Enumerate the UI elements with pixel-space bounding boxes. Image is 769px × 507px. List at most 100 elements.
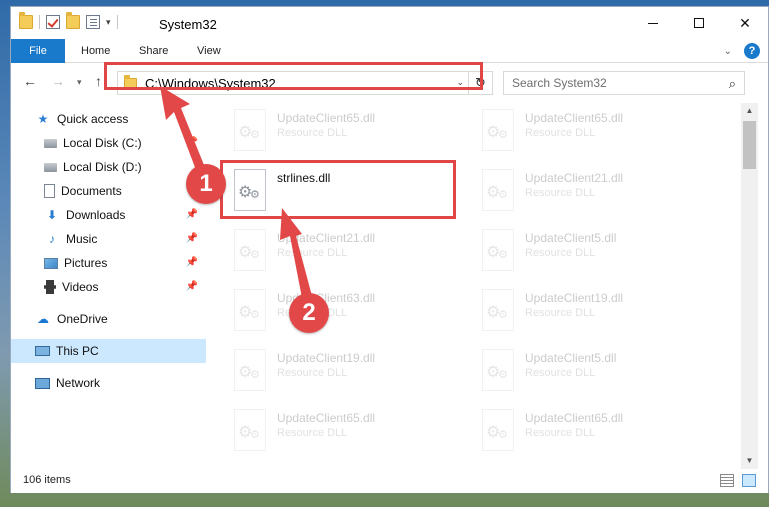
search-box[interactable]: ⌕ [503,71,745,95]
sidebar-item-downloads[interactable]: ⬇ Downloads 📌 [11,203,206,227]
download-icon: ⬇ [46,208,58,222]
file-item[interactable]: UpdateClient19.dll Resource DLL [207,343,447,399]
tab-home[interactable]: Home [67,39,124,63]
sidebar-item-label: Network [56,376,101,390]
sidebar-item-local-disk-d[interactable]: Local Disk (D:) [11,155,206,179]
vertical-scrollbar[interactable]: ▲ ▼ [741,103,758,469]
sidebar-item-label: This PC [56,344,99,358]
large-icons-view-icon[interactable] [742,474,756,487]
help-icon[interactable]: ? [744,43,760,59]
file-list: UpdateClient65.dll Resource DLL strlines… [207,103,741,469]
file-type: Resource DLL [277,427,348,439]
sidebar-item-label: Local Disk (D:) [63,160,142,174]
file-item[interactable]: UpdateClient65.dll Resource DLL [207,403,447,459]
pictures-icon [44,257,58,269]
file-type: Resource DLL [525,247,596,259]
customize-dropdown-icon[interactable]: ▾ [106,17,111,28]
window-title: System32 [159,17,217,32]
sidebar-item-local-disk-c[interactable]: Local Disk (C:) 📌 [11,131,206,155]
ribbon: File Home Share View ⌄ ? [11,39,768,63]
videos-icon [44,280,56,294]
scroll-down-icon[interactable]: ▼ [741,453,758,469]
sidebar-item-music[interactable]: ♪ Music 📌 [11,227,206,251]
up-arrow-icon[interactable]: ↑ [95,73,102,89]
sidebar-item-label: Documents [61,184,122,198]
file-name: UpdateClient19.dll [525,291,624,305]
address-highlight-box [104,62,483,90]
file-name: UpdateClient65.dll [525,111,624,125]
file-item[interactable]: UpdateClient65.dll Resource DLL [455,403,695,459]
properties-check-icon[interactable] [46,15,60,29]
title-bar: ▾ System32 ✕ [11,7,768,39]
tab-file[interactable]: File [11,39,65,63]
dll-file-icon [234,289,266,331]
file-name: UpdateClient21.dll [525,171,624,185]
file-type: Resource DLL [525,427,596,439]
network-icon [35,377,50,389]
ribbon-right: ⌄ ? [724,43,760,59]
dll-file-icon [234,229,266,271]
minimize-button[interactable] [630,7,676,39]
file-type: Resource DLL [277,127,348,139]
search-icon[interactable]: ⌕ [729,76,736,92]
cloud-icon: ☁ [37,312,49,326]
drive-icon [44,138,57,148]
file-item[interactable]: UpdateClient19.dll Resource DLL [455,283,695,339]
drive-icon [44,162,57,172]
folder-icon [19,12,33,29]
sidebar-item-label: Music [66,232,98,246]
new-folder-icon[interactable] [66,12,80,29]
search-input[interactable] [504,72,704,94]
toolbar-separator [39,15,40,29]
sidebar-item-label: Pictures [64,256,108,270]
pin-icon: 📌 [185,137,198,148]
window-controls: ✕ [630,7,768,39]
tab-view[interactable]: View [183,39,235,63]
sidebar-item-quick-access[interactable]: ★ Quick access [11,107,206,131]
recent-locations-chevron-icon[interactable]: ▾ [77,77,82,88]
expand-ribbon-chevron-icon[interactable]: ⌄ [724,46,732,57]
file-item[interactable]: UpdateClient65.dll Resource DLL [455,103,695,159]
music-icon: ♪ [49,232,55,246]
sidebar-item-videos[interactable]: Videos 📌 [11,275,206,299]
file-type: Resource DLL [277,367,348,379]
dll-file-icon [482,169,514,211]
file-name: UpdateClient21.dll [277,231,376,245]
dll-file-icon [482,289,514,331]
dll-file-icon [482,229,514,271]
details-view-icon[interactable] [720,474,734,487]
sidebar-item-network[interactable]: Network [11,371,206,395]
back-arrow-icon[interactable]: ← [23,73,37,89]
scroll-up-icon[interactable]: ▲ [741,103,758,119]
sidebar-item-pictures[interactable]: Pictures 📌 [11,251,206,275]
view-switcher [720,474,756,487]
file-item[interactable]: UpdateClient21.dll Resource DLL [207,223,447,279]
toolbar-separator [116,15,118,29]
maximize-icon [694,18,704,28]
file-name: UpdateClient19.dll [277,351,376,365]
scroll-thumb[interactable] [743,121,756,169]
dll-file-icon [234,349,266,391]
file-name: UpdateClient65.dll [525,411,624,425]
dll-file-icon [482,349,514,391]
maximize-button[interactable] [676,7,722,39]
file-item[interactable]: UpdateClient5.dll Resource DLL [455,223,695,279]
pin-icon: 📌 [185,209,198,220]
file-item[interactable]: UpdateClient5.dll Resource DLL [455,343,695,399]
sidebar-item-documents[interactable]: Documents [11,179,206,203]
file-item[interactable]: UpdateClient21.dll Resource DLL [455,163,695,219]
close-icon: ✕ [739,14,751,31]
sidebar-item-label: Local Disk (C:) [63,136,142,150]
tab-share[interactable]: Share [125,39,182,63]
step-1-badge: 1 [186,164,226,204]
properties-icon[interactable] [86,15,100,29]
sidebar-item-label: Videos [62,280,99,294]
sidebar-item-onedrive[interactable]: ☁ OneDrive [11,307,206,331]
file-item[interactable]: UpdateClient65.dll Resource DLL [207,103,447,159]
sidebar-item-this-pc[interactable]: This PC [11,339,206,363]
dll-file-icon [482,409,514,451]
forward-arrow-icon[interactable]: → [51,73,65,89]
pin-icon: 📌 [185,233,198,244]
step-2-badge: 2 [289,293,329,333]
close-button[interactable]: ✕ [722,7,768,39]
